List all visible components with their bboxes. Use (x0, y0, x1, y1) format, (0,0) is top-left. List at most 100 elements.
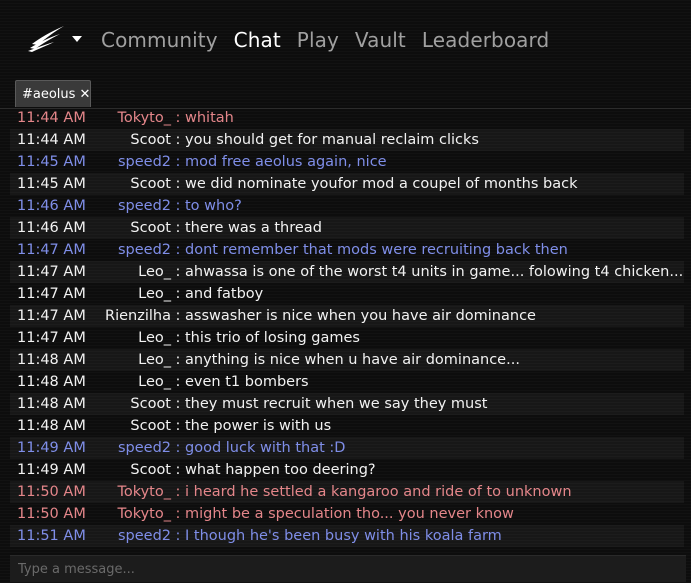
message-text: this trio of losing games (185, 330, 360, 346)
message-timestamp: 11:47 AM (17, 330, 86, 346)
message-separator: : (175, 286, 181, 302)
message-nickname[interactable]: Leo_ (100, 264, 171, 280)
message-nickname[interactable]: Rienzilha (100, 308, 171, 324)
message-text: the power is with us (185, 418, 332, 434)
chat-message-row: 11:50 AM Tokyto_: might be a speculation t… (10, 503, 684, 525)
nav-vault[interactable]: Vault (355, 28, 406, 52)
chat-message-row: 11:48 AM Scoot: they must recruit when we … (10, 393, 684, 415)
message-nickname[interactable]: Tokyto_ (100, 484, 171, 500)
message-nickname[interactable]: Scoot (100, 220, 171, 236)
message-timestamp: 11:47 AM (17, 264, 86, 280)
chat-message-row: 11:51 AM speed2: I though he's been busy w… (10, 525, 684, 547)
message-text: mod free aeolus again, nice (185, 154, 387, 170)
message-timestamp: 11:50 AM (17, 506, 86, 522)
message-text: even t1 bombers (185, 374, 309, 390)
message-timestamp: 11:46 AM (17, 220, 86, 236)
message-timestamp: 11:49 AM (17, 462, 86, 478)
message-nickname[interactable]: Scoot (100, 396, 171, 412)
message-separator: : (175, 110, 181, 126)
message-timestamp: 11:48 AM (17, 396, 86, 412)
close-icon[interactable]: ✕ (79, 87, 90, 102)
nav-chat[interactable]: Chat (234, 28, 281, 52)
chat-log[interactable]: 11:44 AM Tokyto_: whitah 11:44 AM Scoot: you … (10, 107, 684, 547)
chat-message-row: 11:45 AM speed2: mod free aeolus again, ni… (10, 151, 684, 173)
message-text: good luck with that :D (185, 440, 346, 456)
nav-leaderboard[interactable]: Leaderboard (422, 28, 549, 52)
message-text: to who? (185, 198, 242, 214)
message-nickname[interactable]: Scoot (100, 132, 171, 148)
chat-message-row: 11:47 AM Leo_: ahwassa is one of the worst… (10, 261, 684, 283)
chat-message-row: 11:48 AM Scoot: the power is with us (10, 415, 684, 437)
nav-community[interactable]: Community (101, 28, 218, 52)
message-text: we did nominate youfor mod a coupel of m… (185, 176, 578, 192)
message-nickname[interactable]: Tokyto_ (100, 110, 171, 126)
chat-message-row: 11:47 AM speed2: dont remember that mods w… (10, 239, 684, 261)
message-nickname[interactable]: Leo_ (100, 374, 171, 390)
tab-aeolus[interactable]: #aeolus ✕ (15, 80, 91, 107)
message-nickname[interactable]: speed2 (100, 198, 171, 214)
chat-message-row: 11:49 AM Scoot: what happen too deering? (10, 459, 684, 481)
top-navigation: Community Chat Play Vault Leaderboard (0, 0, 691, 78)
chat-message-row: 11:45 AM Scoot: we did nominate youfor mod… (10, 173, 684, 195)
message-nickname[interactable]: speed2 (100, 528, 171, 544)
message-separator: : (175, 242, 181, 258)
message-nickname[interactable]: speed2 (100, 154, 171, 170)
message-separator: : (175, 220, 181, 236)
message-nickname[interactable]: speed2 (100, 242, 171, 258)
message-separator: : (175, 440, 181, 456)
message-nickname[interactable]: Scoot (100, 418, 171, 434)
message-text: you should get for manual reclaim clicks (185, 132, 479, 148)
chat-message-row: 11:47 AM Leo_: this trio of losing games (10, 327, 684, 349)
message-nickname[interactable]: Leo_ (100, 352, 171, 368)
chat-message-row: 11:47 AM Rienzilha: asswasher is nice when… (10, 305, 684, 327)
message-text: whitah (185, 110, 234, 126)
message-timestamp: 11:50 AM (17, 484, 86, 500)
message-separator: : (175, 418, 181, 434)
message-timestamp: 11:45 AM (17, 154, 86, 170)
message-nickname[interactable]: Scoot (100, 462, 171, 478)
message-separator: : (175, 154, 181, 170)
main-nav: Community Chat Play Vault Leaderboard (101, 24, 565, 56)
message-text: anything is nice when u have air dominan… (185, 352, 520, 368)
message-separator: : (175, 462, 181, 478)
message-timestamp: 11:47 AM (17, 286, 86, 302)
channel-tab-bar: #aeolus ✕ (0, 78, 691, 109)
message-nickname[interactable]: Leo_ (100, 330, 171, 346)
message-nickname[interactable]: Scoot (100, 176, 171, 192)
chat-message-row: 11:46 AM Scoot: there was a thread (10, 217, 684, 239)
message-timestamp: 11:48 AM (17, 374, 86, 390)
message-text: they must recruit when we say they must (185, 396, 488, 412)
nav-play[interactable]: Play (297, 28, 339, 52)
message-separator: : (175, 396, 181, 412)
chat-message-row: 11:46 AM speed2: to who? (10, 195, 684, 217)
message-separator: : (175, 484, 181, 500)
message-text: I though he's been busy with his koala f… (185, 528, 502, 544)
message-nickname[interactable]: Leo_ (100, 286, 171, 302)
message-separator: : (175, 528, 181, 544)
chat-message-row: 11:44 AM Scoot: you should get for manual … (10, 129, 684, 151)
tab-label: #aeolus (22, 86, 76, 102)
message-nickname[interactable]: speed2 (100, 440, 171, 456)
chevron-down-icon[interactable] (71, 34, 83, 44)
message-separator: : (175, 374, 181, 390)
message-input[interactable] (10, 556, 686, 582)
message-separator: : (175, 330, 181, 346)
message-timestamp: 11:48 AM (17, 352, 86, 368)
message-timestamp: 11:47 AM (17, 308, 86, 324)
message-separator: : (175, 352, 181, 368)
message-timestamp: 11:45 AM (17, 176, 86, 192)
message-text: might be a speculation tho... you never … (185, 506, 514, 522)
chat-message-row: 11:50 AM Tokyto_: i heard he settled a kan… (10, 481, 684, 503)
aeolus-wing-logo-icon[interactable] (26, 24, 66, 52)
chat-message-row: 11:49 AM speed2: good luck with that :D (10, 437, 684, 459)
message-text: what happen too deering? (185, 462, 376, 478)
message-timestamp: 11:44 AM (17, 110, 86, 126)
message-separator: : (175, 132, 181, 148)
chat-message-row: 11:47 AM Leo_: and fatboy (10, 283, 684, 305)
message-text: dont remember that mods were recruiting … (185, 242, 568, 258)
message-separator: : (175, 198, 181, 214)
message-timestamp: 11:49 AM (17, 440, 86, 456)
chat-message-row: 11:44 AM Tokyto_: whitah (10, 107, 684, 129)
message-nickname[interactable]: Tokyto_ (100, 506, 171, 522)
message-text: and fatboy (185, 286, 264, 302)
